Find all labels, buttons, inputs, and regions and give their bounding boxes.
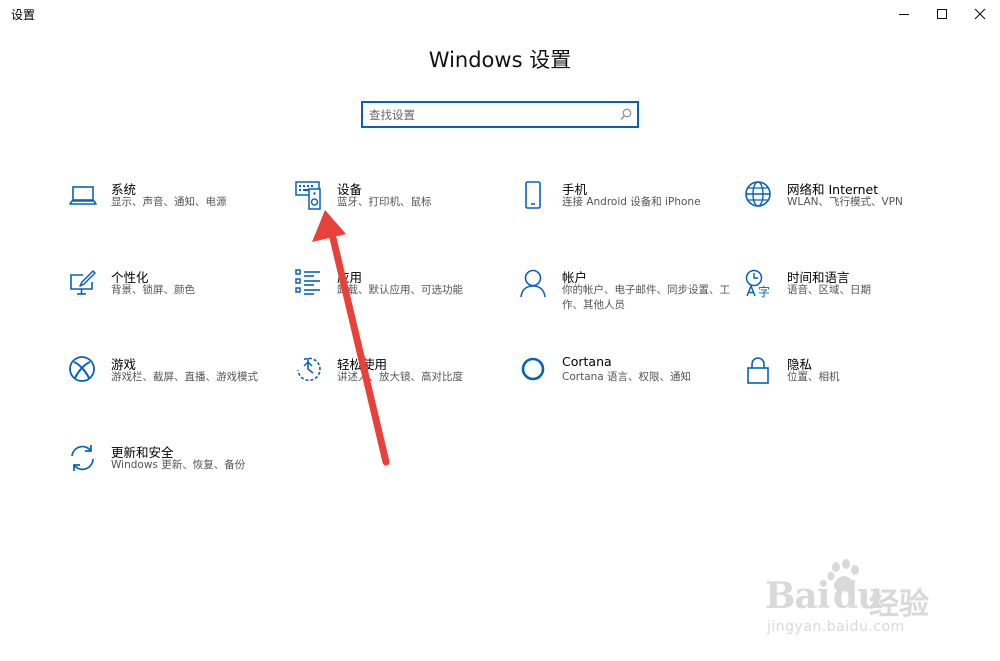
close-icon [974, 8, 986, 20]
app-title: 设置 [11, 8, 36, 22]
tile-network[interactable]: 网络和 Internet WLAN、飞行模式、VPN [745, 181, 960, 241]
watermark-brand: Bai [765, 575, 830, 617]
app-list-icon [295, 269, 325, 299]
tile-ease-of-access[interactable]: 轻松使用 讲述人、放大镜、高对比度 [295, 356, 510, 416]
tile-name: Cortana [562, 354, 612, 369]
maximize-icon [937, 9, 947, 19]
laptop-icon [69, 181, 99, 211]
xbox-icon [69, 356, 99, 386]
watermark-url: jingyan.baidu.com [767, 619, 905, 635]
tile-desc: 蓝牙、打印机、鼠标 [337, 196, 432, 208]
ease-of-access-icon [295, 356, 325, 386]
lock-icon [745, 356, 775, 386]
tile-apps[interactable]: 应用 卸载、默认应用、可选功能 [295, 269, 510, 329]
paint-screen-icon [69, 269, 99, 299]
tile-desc: Windows 更新、恢复、备份 [111, 459, 246, 471]
annotation-arrow [312, 210, 390, 466]
time-language-icon: 字 [745, 269, 775, 299]
tile-desc: 卸载、默认应用、可选功能 [337, 284, 463, 296]
minimize-icon [899, 14, 909, 15]
tile-desc: 讲述人、放大镜、高对比度 [337, 371, 463, 383]
search-input[interactable] [369, 105, 609, 124]
search-icon[interactable] [620, 108, 632, 121]
tile-time-language[interactable]: 字 时间和语言 语音、区域、日期 [745, 269, 960, 329]
sync-icon [69, 444, 99, 474]
tile-desc: WLAN、飞行模式、VPN [787, 196, 903, 208]
tile-system[interactable]: 系统 显示、声音、通知、电源 [69, 181, 284, 241]
search-box[interactable] [361, 101, 639, 128]
watermark-cn: 经验 [869, 587, 929, 622]
close-button[interactable] [961, 0, 999, 28]
tile-desc: 位置、相机 [787, 371, 840, 383]
svg-text:字: 字 [758, 284, 770, 299]
tile-desc: Cortana 语言、权限、通知 [562, 371, 692, 383]
maximize-button[interactable] [923, 0, 961, 28]
title-bar: 设置 [0, 0, 1000, 30]
watermark-brand-2: du [833, 575, 883, 617]
minimize-button[interactable] [885, 0, 923, 28]
person-icon [520, 269, 550, 299]
tile-desc: 背景、锁屏、颜色 [111, 284, 195, 296]
tile-desc: 语音、区域、日期 [787, 284, 871, 296]
phone-icon [520, 181, 550, 211]
globe-icon [745, 181, 775, 211]
tile-cortana[interactable]: Cortana Cortana 语言、权限、通知 [520, 354, 735, 416]
keyboard-speaker-icon [295, 181, 325, 211]
tile-phone[interactable]: 手机 连接 Android 设备和 iPhone [520, 181, 735, 241]
tile-desc: 游戏栏、截屏、直播、游戏模式 [111, 371, 258, 383]
baidu-watermark: Bai du 经验 jingyan.baidu.com [765, 551, 955, 641]
tile-gaming[interactable]: 游戏 游戏栏、截屏、直播、游戏模式 [69, 356, 284, 416]
cortana-icon [520, 356, 550, 386]
page-title: Windows 设置 [428, 48, 572, 72]
tile-desc: 显示、声音、通知、电源 [111, 196, 227, 208]
tile-desc: 连接 Android 设备和 iPhone [562, 196, 701, 208]
tile-personalization[interactable]: 个性化 背景、锁屏、颜色 [69, 269, 284, 329]
tile-devices[interactable]: 设备 蓝牙、打印机、鼠标 [295, 181, 510, 241]
tile-privacy[interactable]: 隐私 位置、相机 [745, 356, 960, 416]
tile-desc: 你的帐户、电子邮件、同步设置、工作、其他人员 [562, 284, 730, 311]
tile-update-security[interactable]: 更新和安全 Windows 更新、恢复、备份 [69, 444, 284, 504]
paw-icon [827, 559, 859, 592]
tile-accounts[interactable]: 帐户 你的帐户、电子邮件、同步设置、工作、其他人员 [520, 269, 735, 329]
